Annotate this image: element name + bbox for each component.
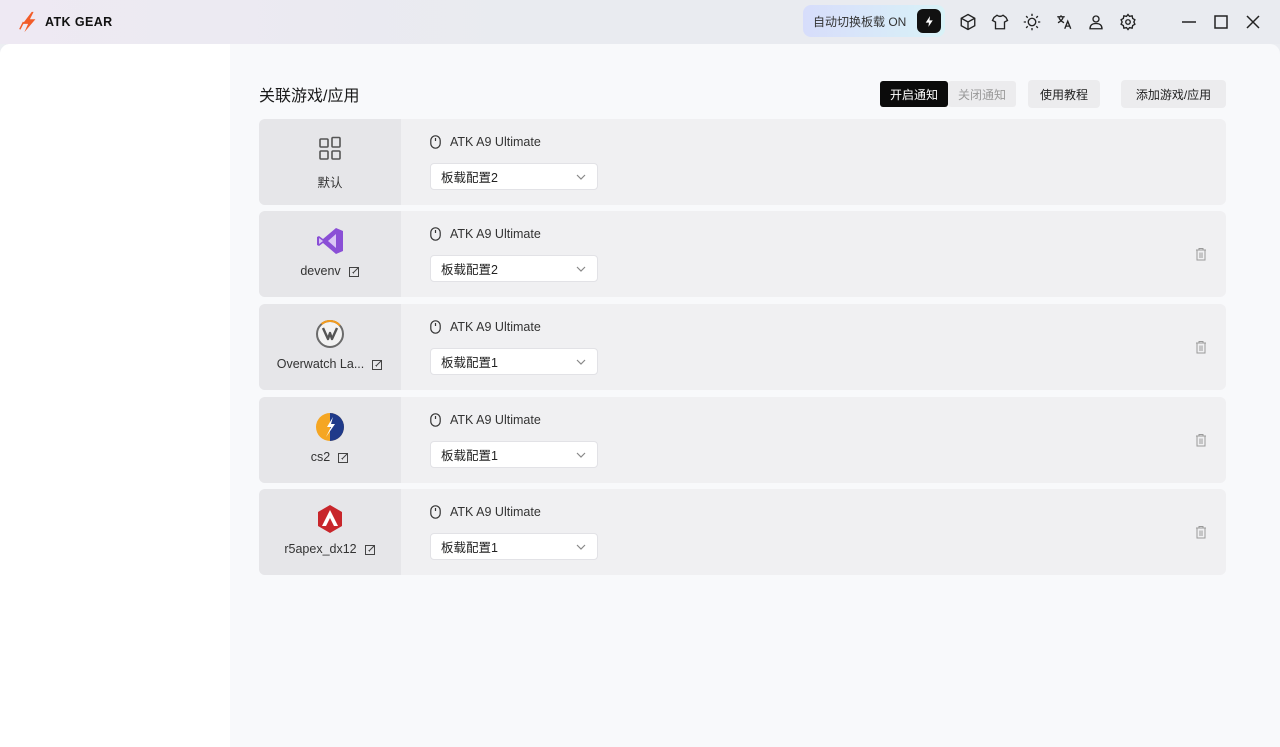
visual-studio-icon <box>315 226 345 256</box>
notify-off-button[interactable]: 关闭通知 <box>948 81 1017 107</box>
overwatch-icon <box>315 319 345 349</box>
trash-icon[interactable] <box>1195 433 1207 447</box>
device-name: ATK A9 Ultimate <box>450 505 541 519</box>
chevron-down-icon <box>576 544 586 550</box>
profile-select[interactable]: 板载配置2 <box>430 163 598 190</box>
auto-switch-label: 自动切换板载 ON <box>813 14 907 29</box>
sidebar-item-device[interactable]: 设备 <box>60 84 86 103</box>
profile-select[interactable]: 板载配置2 <box>430 255 598 282</box>
edit-icon[interactable] <box>338 452 349 463</box>
device-name: ATK A9 Ultimate <box>450 135 541 149</box>
app-row: cs2 ATK A9 Ultimate 板载配置1 <box>259 397 1226 483</box>
app-row: Overwatch La... ATK A9 Ultimate 板载配置1 <box>259 304 1226 390</box>
sidebar: 设备 <box>0 44 230 747</box>
shirt-icon[interactable] <box>990 12 1010 32</box>
page-title: 关联游戏/应用 <box>259 88 360 105</box>
profile-value: 板载配置1 <box>441 541 498 555</box>
bolt-icon[interactable] <box>917 9 941 33</box>
main-panel: 设备 关联游戏/应用 开启通知 关闭通知 使用教程 添加游戏/应用 默认 ATK… <box>0 44 1280 747</box>
device-name: ATK A9 Ultimate <box>450 320 541 334</box>
brightness-icon[interactable] <box>1022 12 1042 32</box>
device-name: ATK A9 Ultimate <box>450 413 541 427</box>
mouse-icon <box>430 505 441 519</box>
app-row: devenv ATK A9 Ultimate 板载配置2 <box>259 211 1226 297</box>
edit-icon[interactable] <box>348 266 360 277</box>
title-bar: ATK GEAR 自动切换板载 ON <box>0 0 1280 44</box>
app-info: Overwatch La... <box>259 304 401 390</box>
gear-icon[interactable] <box>1118 12 1138 32</box>
trash-icon[interactable] <box>1195 340 1207 354</box>
device-label: ATK A9 Ultimate <box>430 320 541 334</box>
add-app-button[interactable]: 添加游戏/应用 <box>1121 80 1226 108</box>
chevron-down-icon <box>576 174 586 180</box>
profile-value: 板载配置1 <box>441 356 498 370</box>
device-label: ATK A9 Ultimate <box>430 135 541 149</box>
profile-value: 板载配置2 <box>441 171 498 185</box>
app-name: devenv <box>300 264 341 278</box>
apex-legends-icon <box>315 504 345 534</box>
device-label: ATK A9 Ultimate <box>430 413 541 427</box>
app-row: r5apex_dx12 ATK A9 Ultimate 板载配置1 <box>259 489 1226 575</box>
mouse-icon <box>430 227 441 241</box>
auto-switch-onboard-toggle[interactable]: 自动切换板载 ON <box>803 5 945 37</box>
app-info: 默认 <box>259 119 401 205</box>
device-name: ATK A9 Ultimate <box>450 227 541 241</box>
app-name: 默认 <box>317 176 343 190</box>
trash-icon[interactable] <box>1195 525 1207 539</box>
profile-value: 板载配置2 <box>441 263 498 277</box>
app-info: cs2 <box>259 397 401 483</box>
user-icon[interactable] <box>1086 12 1106 32</box>
notification-toggle-group: 开启通知 关闭通知 <box>880 81 1017 107</box>
translate-icon[interactable] <box>1054 12 1074 32</box>
cube-icon[interactable] <box>958 12 978 32</box>
windows-icon <box>315 134 345 164</box>
device-label: ATK A9 Ultimate <box>430 505 541 519</box>
chevron-down-icon <box>576 266 586 272</box>
edit-icon[interactable] <box>372 359 383 370</box>
profile-select[interactable]: 板载配置1 <box>430 533 598 560</box>
brand-name: ATK GEAR <box>45 15 113 29</box>
app-info: devenv <box>259 211 401 297</box>
trash-icon[interactable] <box>1195 247 1207 261</box>
atk-logo-icon <box>19 11 36 33</box>
profile-select[interactable]: 板载配置1 <box>430 441 598 468</box>
profile-select[interactable]: 板载配置1 <box>430 348 598 375</box>
app-name: Overwatch La... <box>276 357 365 371</box>
app-name: r5apex_dx12 <box>284 542 357 556</box>
close-icon[interactable] <box>1242 11 1264 33</box>
chevron-down-icon <box>576 359 586 365</box>
app-row: 默认 ATK A9 Ultimate 板载配置2 <box>259 119 1226 205</box>
cs2-icon <box>315 412 345 442</box>
mouse-icon <box>430 413 441 427</box>
tutorial-button[interactable]: 使用教程 <box>1028 80 1101 108</box>
device-label: ATK A9 Ultimate <box>430 227 541 241</box>
mouse-icon <box>430 135 441 149</box>
app-name: cs2 <box>310 450 331 464</box>
maximize-icon[interactable] <box>1210 11 1232 33</box>
minimize-icon[interactable] <box>1178 11 1200 33</box>
app-info: r5apex_dx12 <box>259 489 401 575</box>
mouse-icon <box>430 320 441 334</box>
profile-value: 板载配置1 <box>441 449 498 463</box>
app-logo: ATK GEAR <box>18 9 113 35</box>
edit-icon[interactable] <box>364 544 376 555</box>
notify-on-button[interactable]: 开启通知 <box>880 81 949 107</box>
chevron-down-icon <box>576 452 586 458</box>
